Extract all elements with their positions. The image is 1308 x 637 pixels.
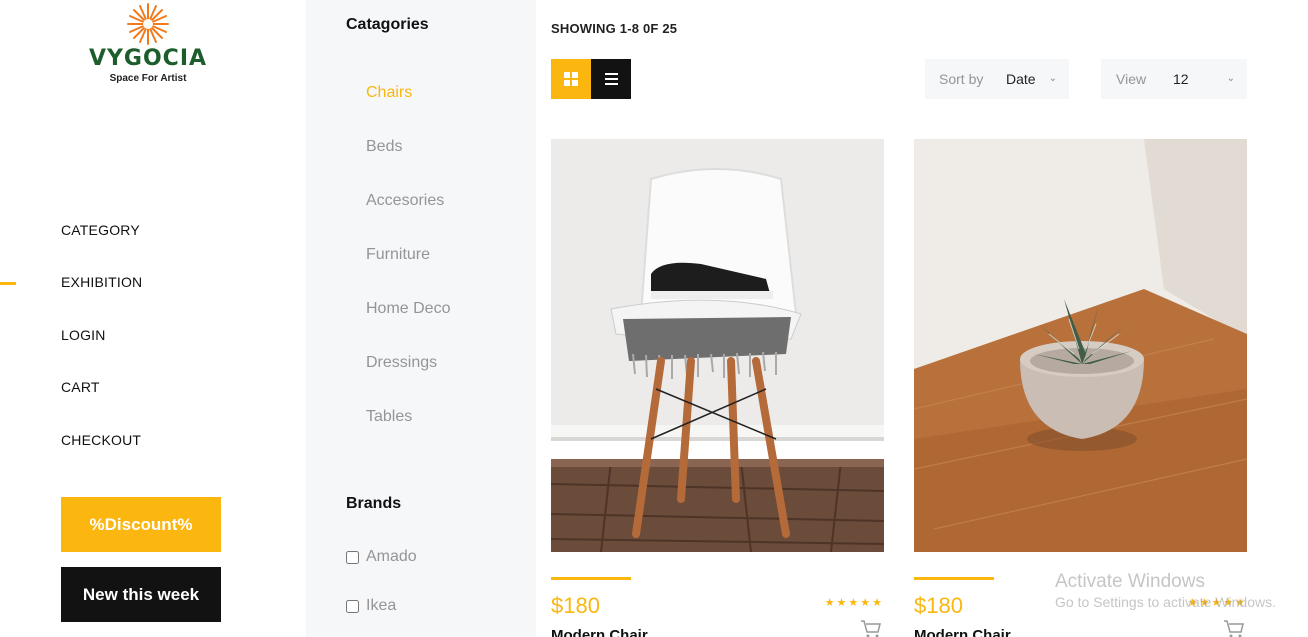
product-card[interactable]: $180 ★★★★★ Modern Chair	[551, 139, 884, 637]
product-price: $180	[914, 593, 963, 618]
brand-checkbox-ikea[interactable]	[346, 599, 359, 613]
list-icon	[604, 73, 618, 85]
logo-tagline: Space For Artist	[109, 73, 187, 84]
product-area: SHOWING 1-8 0F 25 Sort by Date ⌄ View 12…	[536, 0, 1308, 637]
category-item-accesories[interactable]: Accesories	[366, 192, 444, 210]
nav-item-category[interactable]: CATEGORY	[61, 222, 140, 238]
nav-item-cart[interactable]: CART	[61, 379, 100, 395]
nav-item-checkout[interactable]: CHECKOUT	[61, 432, 141, 448]
grid-icon	[564, 72, 578, 86]
brand-filter-ikea[interactable]: Ikea	[346, 597, 396, 615]
cart-icon	[1224, 620, 1244, 637]
sort-value: Date	[1006, 71, 1036, 87]
site-logo[interactable]: VYGOCIA Space For Artist	[86, 2, 210, 88]
left-navigation: VYGOCIA Space For Artist CATEGORY EXHIBI…	[0, 0, 306, 637]
add-to-cart-button[interactable]	[860, 619, 882, 637]
discount-button[interactable]: %Discount%	[61, 497, 221, 552]
category-item-beds[interactable]: Beds	[366, 138, 402, 156]
category-item-home-deco[interactable]: Home Deco	[366, 300, 450, 318]
product-price: $180	[551, 593, 600, 618]
product-name[interactable]: Modern Chair	[551, 627, 648, 637]
succulent-photo	[914, 139, 1247, 552]
sort-select[interactable]: Sort by Date ⌄	[925, 59, 1069, 99]
view-label: View	[1116, 71, 1147, 87]
view-value: 12	[1173, 71, 1189, 87]
product-image-plant[interactable]	[914, 139, 1247, 552]
brand-filter-amado[interactable]: Amado	[346, 548, 417, 566]
category-sidebar: Catagories Chairs Beds Accesories Furnit…	[306, 0, 536, 637]
chair-photo	[551, 139, 884, 552]
categories-heading: Catagories	[346, 16, 429, 33]
list-view-button[interactable]	[591, 59, 631, 99]
price-underline	[914, 577, 994, 580]
active-nav-marker	[0, 282, 16, 285]
nav-item-login[interactable]: LOGIN	[61, 327, 106, 343]
sunburst-icon	[127, 3, 169, 45]
brand-checkbox-amado[interactable]	[346, 550, 359, 564]
results-count: SHOWING 1-8 0F 25	[551, 21, 678, 36]
price-underline	[551, 577, 631, 580]
view-count-select[interactable]: View 12 ⌄	[1101, 59, 1247, 99]
brand-label: Ikea	[366, 597, 397, 614]
category-item-furniture[interactable]: Furniture	[366, 246, 430, 264]
category-item-tables[interactable]: Tables	[366, 408, 412, 426]
category-item-dressings[interactable]: Dressings	[366, 354, 437, 372]
product-image-chair[interactable]	[551, 139, 884, 552]
new-this-week-button[interactable]: New this week	[61, 567, 221, 622]
grid-view-button[interactable]	[551, 59, 591, 99]
rating-stars: ★★★★★	[824, 597, 884, 609]
product-card[interactable]: $180 ★★★★★ Modern Chair	[914, 139, 1247, 637]
rating-stars: ★★★★★	[1187, 597, 1247, 609]
chevron-down-icon: ⌄	[1226, 73, 1235, 84]
add-to-cart-button[interactable]	[1223, 619, 1245, 637]
logo-wordmark: VYGOCIA	[88, 46, 208, 71]
category-item-chairs[interactable]: Chairs	[366, 84, 412, 102]
product-name[interactable]: Modern Chair	[914, 627, 1011, 637]
brands-heading: Brands	[346, 495, 402, 512]
brand-label: Amado	[366, 548, 417, 565]
nav-item-exhibition[interactable]: EXHIBITION	[61, 274, 142, 290]
chevron-down-icon: ⌄	[1048, 73, 1057, 84]
cart-icon	[861, 620, 881, 637]
sort-label: Sort by	[939, 71, 984, 87]
